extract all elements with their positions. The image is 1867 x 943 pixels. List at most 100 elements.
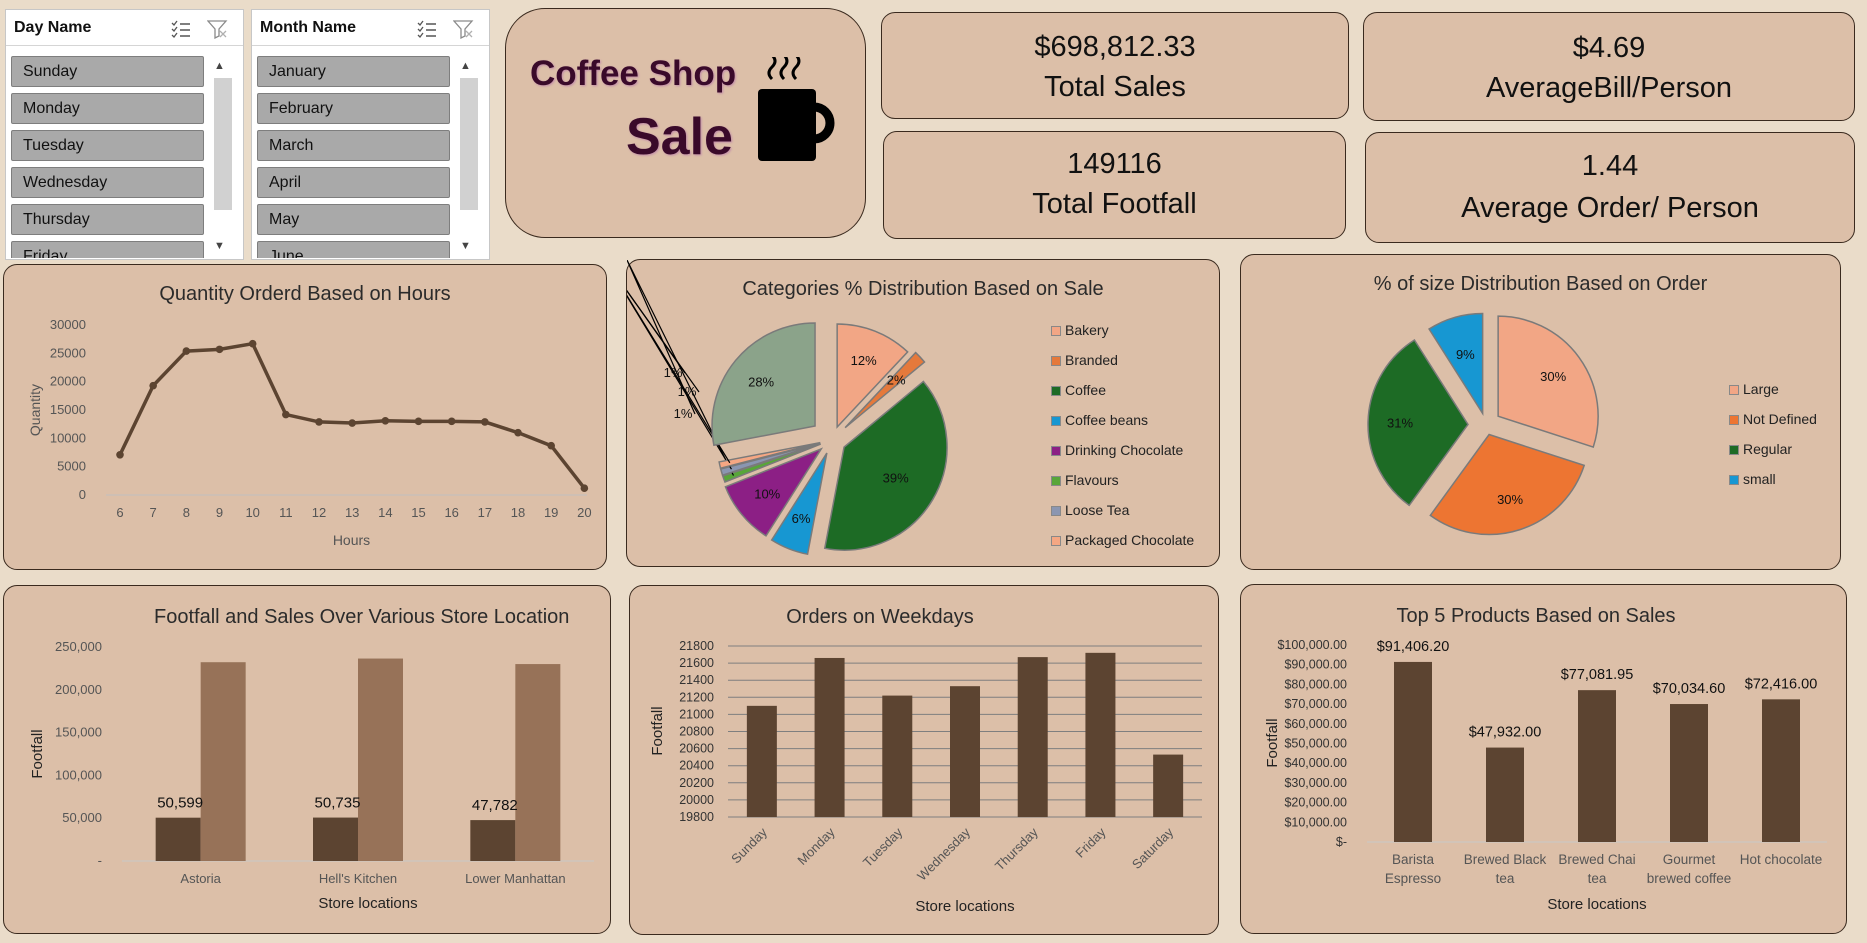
slicer-title: Month Name bbox=[260, 19, 356, 36]
day-list: Sunday Monday Tuesday Wednesday Thursday… bbox=[11, 56, 204, 258]
data-label: $70,034.60 bbox=[1653, 681, 1726, 697]
data-point bbox=[182, 347, 191, 355]
slicer-item[interactable]: April bbox=[257, 167, 450, 198]
x-tick-label: 19 bbox=[544, 505, 558, 520]
legend-swatch bbox=[1051, 386, 1061, 396]
x-tick-label: Brewed Black bbox=[1464, 852, 1547, 867]
slicer-scrollbar[interactable]: ▲ ▼ bbox=[458, 56, 478, 256]
multi-select-icon[interactable] bbox=[416, 19, 438, 39]
legend-label: small bbox=[1743, 471, 1776, 487]
kpi-label: Average Order/ Person bbox=[1461, 192, 1759, 224]
y-tick-label: $- bbox=[1336, 835, 1347, 849]
x-tick-label: tea bbox=[1496, 871, 1515, 886]
scroll-down-icon[interactable]: ▼ bbox=[460, 240, 471, 252]
clear-filter-icon[interactable] bbox=[206, 19, 229, 40]
data-label: 50,599 bbox=[157, 795, 203, 812]
kpi-card-total-footfall: 149116 Total Footfall bbox=[883, 131, 1346, 239]
clear-filter-icon[interactable] bbox=[452, 19, 475, 40]
bar bbox=[1394, 661, 1432, 842]
legend-item: Loose Tea bbox=[1051, 502, 1194, 532]
y-tick-label: 21400 bbox=[679, 673, 714, 687]
x-tick-label: 7 bbox=[150, 505, 157, 520]
legend-item: Large bbox=[1729, 381, 1817, 411]
x-tick-label: Monday bbox=[794, 824, 838, 868]
top-products-bar-chart: $- $10,000.00 $20,000.00 $30,000.00 $40,000.… bbox=[1264, 638, 1827, 913]
slicer-item[interactable]: Monday bbox=[11, 93, 204, 124]
data-label: 9% bbox=[1456, 347, 1475, 362]
logo-title: Coffee Shop bbox=[530, 54, 737, 93]
scroll-thumb[interactable] bbox=[214, 78, 232, 210]
data-point bbox=[116, 450, 124, 459]
y-tick-label: 30000 bbox=[50, 317, 86, 332]
y-tick-label: 21800 bbox=[679, 639, 714, 653]
legend-label: Loose Tea bbox=[1065, 502, 1130, 518]
data-label: 39% bbox=[883, 471, 909, 486]
y-tick-label: 20200 bbox=[679, 776, 714, 790]
y-tick-label: 100,000 bbox=[55, 767, 102, 782]
slicer-item[interactable]: February bbox=[257, 93, 450, 124]
y-tick-label: $90,000.00 bbox=[1284, 658, 1347, 672]
kpi-value: $698,812.33 bbox=[1034, 31, 1196, 63]
weekday-bar-chart: 19800 20000 20200 20400 20600 20800 21000 21200… bbox=[649, 639, 1202, 915]
x-tick-label: Gourmet bbox=[1663, 852, 1716, 867]
slicer-item[interactable]: January bbox=[257, 56, 450, 87]
slicer-title: Day Name bbox=[14, 19, 92, 36]
scroll-down-icon[interactable]: ▼ bbox=[214, 240, 225, 252]
hours-line-chart-panel: Quantity Orderd Based on Hours 0 5000 1000… bbox=[3, 264, 607, 570]
legend-swatch bbox=[1051, 416, 1061, 426]
slicer-item[interactable]: Wednesday bbox=[11, 167, 204, 198]
bar-sales bbox=[358, 658, 403, 861]
scroll-thumb[interactable] bbox=[460, 78, 478, 210]
x-tick-label: 9 bbox=[216, 505, 223, 520]
slicer-item[interactable]: Sunday bbox=[11, 56, 204, 87]
slicer-header: Day Name bbox=[6, 10, 243, 46]
legend-item: Regular bbox=[1729, 441, 1817, 471]
bar bbox=[950, 686, 980, 817]
top-products-bar-panel: Top 5 Products Based on Sales $- $10,000.… bbox=[1240, 584, 1847, 934]
x-tick-label: 6 bbox=[116, 505, 123, 520]
x-tick-label: 12 bbox=[312, 505, 326, 520]
data-label: 50,735 bbox=[315, 795, 361, 812]
coffee-cup-icon bbox=[758, 57, 835, 161]
x-tick-label: 17 bbox=[478, 505, 492, 520]
legend-label: Large bbox=[1743, 381, 1779, 397]
y-tick-label: $10,000.00 bbox=[1284, 815, 1347, 829]
slicer-item[interactable]: March bbox=[257, 130, 450, 161]
scroll-up-icon[interactable]: ▲ bbox=[214, 60, 225, 72]
y-tick-label: $50,000.00 bbox=[1284, 737, 1347, 751]
legend-swatch bbox=[1729, 385, 1739, 395]
data-label: $91,406.20 bbox=[1377, 639, 1450, 655]
data-point bbox=[514, 428, 522, 437]
y-tick-label: $80,000.00 bbox=[1284, 677, 1347, 691]
y-tick-label: 21200 bbox=[679, 690, 714, 704]
y-axis-label: Footfall bbox=[1264, 718, 1281, 767]
scroll-up-icon[interactable]: ▲ bbox=[460, 60, 471, 72]
y-axis-label: Footfall bbox=[29, 729, 46, 778]
y-tick-label: 25000 bbox=[50, 345, 86, 360]
slicer-item[interactable]: May bbox=[257, 204, 450, 235]
legend-swatch bbox=[1729, 415, 1739, 425]
x-axis-label: Store locations bbox=[1547, 896, 1646, 913]
multi-select-icon[interactable] bbox=[170, 19, 192, 39]
legend-label: Packaged Chocolate bbox=[1065, 532, 1195, 548]
slicer-item[interactable]: June bbox=[257, 241, 450, 258]
y-tick-label: 21600 bbox=[679, 656, 714, 670]
legend-label: Coffee beans bbox=[1065, 412, 1149, 428]
slicer-scrollbar[interactable]: ▲ ▼ bbox=[212, 56, 232, 256]
data-label: 30% bbox=[1540, 369, 1566, 384]
data-point bbox=[447, 417, 456, 426]
data-point bbox=[547, 441, 555, 450]
slicer-item[interactable]: Friday bbox=[11, 241, 204, 258]
y-tick-label: 15000 bbox=[50, 402, 86, 417]
x-tick-label: Astoria bbox=[180, 871, 221, 886]
y-tick-label: 250,000 bbox=[55, 639, 102, 654]
x-tick-label: Hell's Kitchen bbox=[319, 871, 397, 886]
kpi-label: AverageBill/Person bbox=[1485, 72, 1733, 104]
slicer-item[interactable]: Tuesday bbox=[11, 130, 204, 161]
slicer-item[interactable]: Thursday bbox=[11, 204, 204, 235]
bar bbox=[746, 705, 777, 817]
x-tick-label: Sunday bbox=[728, 824, 770, 866]
legend-item: Branded bbox=[1051, 352, 1194, 382]
data-label: 28% bbox=[748, 374, 774, 389]
data-point bbox=[414, 417, 423, 426]
